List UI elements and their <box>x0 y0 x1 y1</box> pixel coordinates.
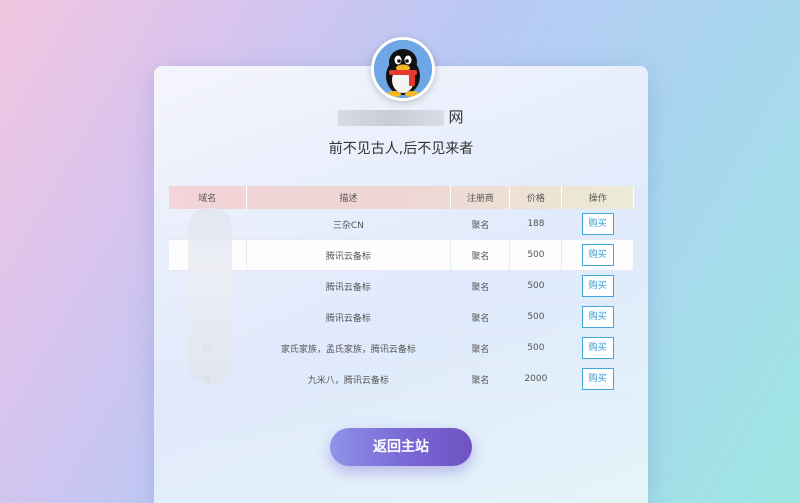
description-cell: 家氏家族，孟氏家族，腾讯云备标 <box>246 332 452 364</box>
price-cell: 500 <box>509 332 563 364</box>
registrar-cell: 聚名 <box>450 301 511 333</box>
action-cell: 购买 <box>561 363 634 395</box>
site-title: 网 <box>154 106 648 127</box>
col-header-action: 操作 <box>561 186 634 209</box>
table-row: q 九米八，腾讯云备标 聚名 2000 购买 <box>169 363 634 395</box>
action-cell: 购买 <box>561 270 634 302</box>
description-cell: 腾讯云备标 <box>246 301 452 333</box>
blurred-site-name <box>338 109 445 126</box>
table-header-row: 域名 描述 注册商 价格 操作 <box>169 186 634 209</box>
registrar-cell: 聚名 <box>450 363 511 395</box>
action-cell: 购买 <box>561 332 634 364</box>
action-cell: 购买 <box>561 209 634 240</box>
site-title-suffix: 网 <box>448 108 464 126</box>
action-cell: 购买 <box>561 239 634 271</box>
table-row: 腾讯云备标 聚名 500 购买 <box>169 270 634 302</box>
description-cell: 腾讯云备标 <box>246 270 452 302</box>
col-header-registrar: 注册商 <box>450 186 511 209</box>
table-row: 三杂CN 聚名 188 购买 <box>169 209 634 240</box>
buy-button[interactable]: 购买 <box>581 368 614 390</box>
buy-button[interactable]: 购买 <box>581 213 614 235</box>
description-cell: 三杂CN <box>246 209 452 240</box>
registrar-cell: 聚名 <box>450 209 511 240</box>
price-cell: 500 <box>509 301 563 333</box>
registrar-cell: 聚名 <box>450 270 511 302</box>
action-cell: 购买 <box>561 301 634 333</box>
price-cell: 500 <box>509 270 563 302</box>
qq-penguin-avatar <box>371 37 435 101</box>
registrar-cell: 聚名 <box>450 239 511 271</box>
price-cell: 2000 <box>509 363 563 395</box>
registrar-cell: 聚名 <box>450 332 511 364</box>
col-header-description: 描述 <box>246 186 452 209</box>
back-to-main-site-button[interactable]: 返回主站 <box>330 428 472 466</box>
price-cell: 500 <box>509 239 563 271</box>
col-header-price: 价格 <box>509 186 563 209</box>
price-cell: 188 <box>509 209 563 240</box>
buy-button[interactable]: 购买 <box>581 275 614 297</box>
blurred-domain-names <box>188 208 232 384</box>
domain-table: 域名 描述 注册商 价格 操作 三杂CN 聚名 188 购买 腾讯云备标 聚名 … <box>169 186 634 395</box>
buy-button[interactable]: 购买 <box>581 244 614 266</box>
slogan: 前不见古人,后不见来者 <box>328 141 474 157</box>
buy-button[interactable]: 购买 <box>581 306 614 328</box>
penguin-icon <box>374 40 432 98</box>
description-cell: 腾讯云备标 <box>246 239 452 271</box>
col-header-domain: 域名 <box>169 186 247 209</box>
table-row: 腾讯云备标 聚名 500 购买 <box>169 301 634 333</box>
description-cell: 九米八，腾讯云备标 <box>246 363 452 395</box>
table-row: qy 家氏家族，孟氏家族，腾讯云备标 聚名 500 购买 <box>169 332 634 364</box>
table-row: 腾讯云备标 聚名 500 购买 <box>169 239 634 271</box>
buy-button[interactable]: 购买 <box>581 337 614 359</box>
